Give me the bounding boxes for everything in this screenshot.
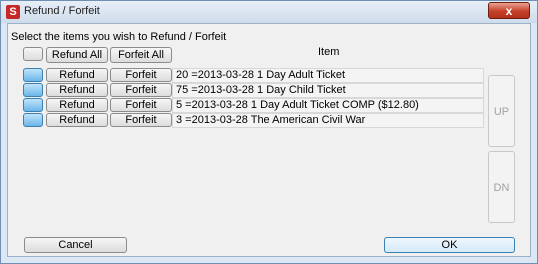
item-field: 75 =2013-03-28 1 Day Child Ticket [172, 83, 484, 98]
forfeit-button[interactable]: Forfeit [110, 68, 172, 82]
refund-button[interactable]: Refund [46, 68, 108, 82]
row-select-toggle[interactable] [23, 68, 43, 82]
item-field: 3 =2013-03-28 The American Civil War [172, 113, 484, 128]
move-up-button[interactable]: UP [488, 75, 515, 147]
forfeit-all-button[interactable]: Forfeit All [110, 47, 172, 63]
row-select-toggle[interactable] [23, 98, 43, 112]
refund-all-button[interactable]: Refund All [46, 47, 108, 63]
row-select-toggle[interactable] [23, 113, 43, 127]
refund-button[interactable]: Refund [46, 83, 108, 97]
title-bar[interactable]: S Refund / Forfeit x [1, 1, 537, 23]
refund-forfeit-dialog: S Refund / Forfeit x Select the items yo… [0, 0, 538, 264]
item-field: 5 =2013-03-28 1 Day Adult Ticket COMP ($… [172, 98, 484, 113]
dialog-body: Select the items you wish to Refund / Fo… [7, 23, 531, 257]
row-select-toggle[interactable] [23, 83, 43, 97]
instructions-label: Select the items you wish to Refund / Fo… [11, 31, 227, 43]
move-down-button[interactable]: DN [488, 151, 515, 223]
refund-button[interactable]: Refund [46, 98, 108, 112]
cancel-button[interactable]: Cancel [24, 237, 127, 253]
app-logo-icon: S [6, 5, 20, 19]
forfeit-button[interactable]: Forfeit [110, 98, 172, 112]
refund-button[interactable]: Refund [46, 113, 108, 127]
forfeit-button[interactable]: Forfeit [110, 113, 172, 127]
window-title: Refund / Forfeit [24, 5, 100, 17]
forfeit-button[interactable]: Forfeit [110, 83, 172, 97]
item-field: 20 =2013-03-28 1 Day Adult Ticket [172, 68, 484, 83]
select-all-toggle[interactable] [23, 47, 43, 61]
item-column-header: Item [318, 46, 340, 58]
close-button[interactable]: x [488, 2, 530, 19]
ok-button[interactable]: OK [384, 237, 515, 253]
